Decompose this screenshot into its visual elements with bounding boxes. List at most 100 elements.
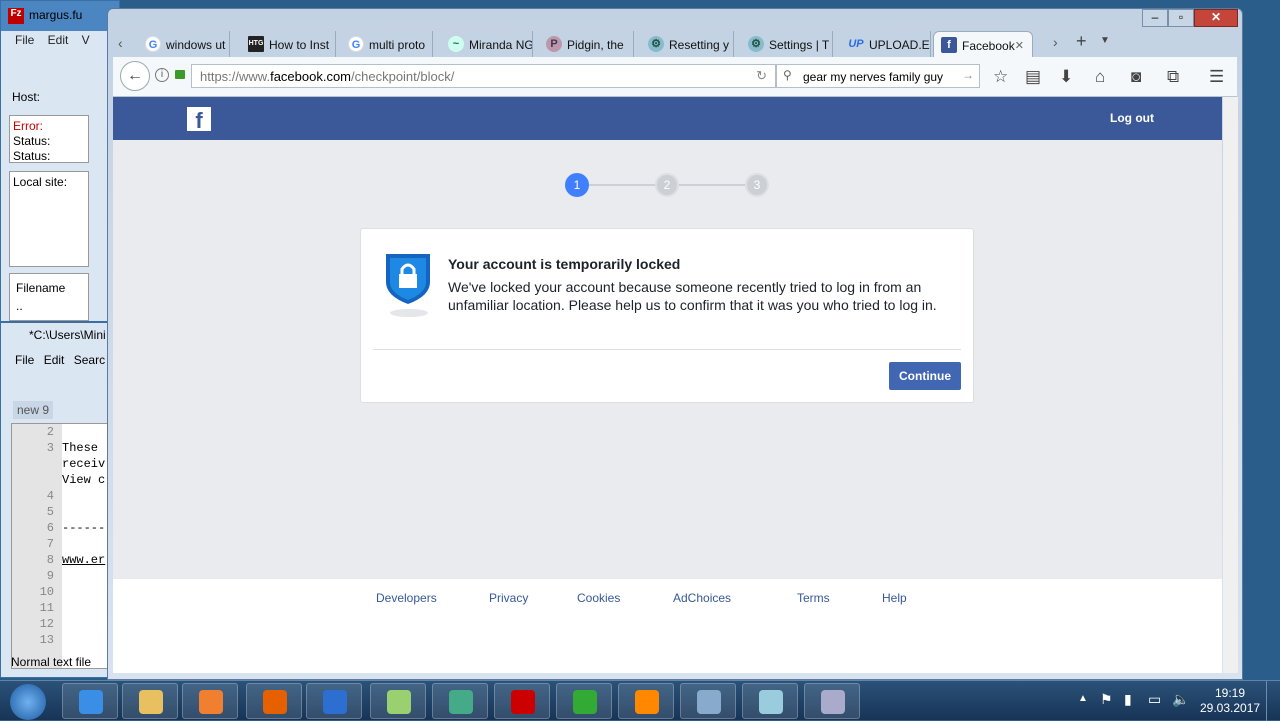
tab-8[interactable]: UP UPLOAD.EE (841, 31, 931, 57)
filename-header[interactable]: Filename (16, 279, 82, 297)
taskbar-app[interactable] (494, 683, 550, 719)
taskbar-app[interactable] (62, 683, 118, 719)
parent-dir[interactable]: .. (16, 297, 82, 315)
taskbar-app[interactable] (804, 683, 860, 719)
menu-icon[interactable]: ☰ (1209, 67, 1224, 87)
footer-link-privacy[interactable]: Privacy (489, 591, 528, 605)
footer-link-terms[interactable]: Terms (797, 591, 830, 605)
miranda-icon: ~ (448, 36, 464, 52)
menu-search[interactable]: Searc (74, 353, 105, 367)
divider (373, 349, 961, 350)
minimize-button[interactable]: – (1142, 9, 1168, 27)
scrollbar[interactable] (1223, 97, 1238, 673)
tab-label: Pidgin, the (567, 38, 624, 52)
start-button[interactable] (10, 684, 46, 720)
local-site-label: Local site: (13, 175, 68, 189)
taskbar-app[interactable] (370, 683, 426, 719)
taskbar-app[interactable] (618, 683, 674, 719)
tab-list-icon[interactable]: ▼ (1100, 35, 1110, 46)
filezilla-icon: Fz (8, 8, 24, 24)
tab-2[interactable]: HTG How to Inst (241, 31, 336, 57)
search-icon: ⚲ (783, 68, 792, 82)
tab-7[interactable]: ⚙ Settings | T (741, 31, 833, 57)
taskbar-app[interactable] (432, 683, 488, 719)
window-title: *C:\Users\Mini (29, 328, 106, 342)
close-button[interactable]: ✕ (1194, 9, 1238, 27)
menu-edit[interactable]: Edit (44, 353, 65, 367)
footer-link-adchoices[interactable]: AdChoices (673, 591, 731, 605)
host-label: Host: (12, 90, 41, 104)
nav-bar: ← i https://www.facebook.com/checkpoint/… (113, 57, 1237, 97)
tab-3[interactable]: Gmulti proto (341, 31, 433, 57)
menu-bar[interactable]: File Edit V (15, 33, 90, 47)
facebook-icon: f (941, 37, 957, 53)
line-number: 11 (39, 601, 54, 615)
download-icon[interactable]: ⬇ (1059, 67, 1073, 87)
footer-link-developers[interactable]: Developers (376, 591, 437, 605)
network-tool-icon (821, 690, 845, 714)
clock[interactable]: 19:19 29.03.2017 (1200, 686, 1260, 716)
facebook-logo-icon[interactable]: f (187, 107, 211, 133)
search-input[interactable]: ⚲ gear my nerves family guy → (776, 64, 980, 88)
taskbar-app[interactable] (680, 683, 736, 719)
tab-label: Settings | T (769, 38, 830, 52)
show-desktop-button[interactable] (1266, 681, 1280, 721)
search-go-icon[interactable]: → (962, 68, 974, 82)
line-number: 12 (39, 617, 54, 631)
pocket-icon[interactable]: ◙ (1131, 67, 1141, 87)
firefox-icon (263, 690, 287, 714)
line-number: 4 (46, 489, 54, 503)
ie-icon (79, 690, 103, 714)
fb-header: f Log out (113, 97, 1222, 140)
shield-lock-icon (386, 254, 430, 317)
reload-icon[interactable]: ↻ (756, 68, 767, 84)
taskbar-app[interactable] (742, 683, 798, 719)
new-tab-icon[interactable]: + (1076, 31, 1087, 52)
tab-scroll-right-icon[interactable]: › (1053, 34, 1058, 50)
google-icon: G (348, 36, 364, 52)
htg-icon: HTG (248, 36, 264, 52)
line-number: 7 (46, 537, 54, 551)
tab-4[interactable]: ~ Miranda NG (441, 31, 533, 57)
taskbar-app[interactable] (182, 683, 238, 719)
back-button[interactable]: ← (120, 61, 150, 91)
editor[interactable]: 2 3 4 5 6 7 8 9 10 11 12 13 These receiv View c ------ w… (11, 423, 111, 669)
network-icon[interactable]: ▭ (1148, 691, 1161, 708)
power-icon[interactable]: ▮ (1124, 691, 1132, 708)
volume-icon[interactable]: 🔈 (1172, 691, 1189, 708)
tab-6[interactable]: ⚙ Resetting y (641, 31, 734, 57)
tab-5[interactable]: P Pidgin, the (539, 31, 634, 57)
lock-icon (175, 70, 185, 79)
sync-icon[interactable]: ⧉ (1167, 67, 1179, 87)
tray-expand-icon[interactable]: ▲ (1078, 693, 1088, 704)
menu-file[interactable]: File (15, 353, 34, 367)
taskbar-app[interactable] (306, 683, 362, 719)
tab-scroll-left-icon[interactable]: ‹ (118, 35, 123, 51)
reading-list-icon[interactable]: ▤ (1025, 67, 1041, 87)
upload-icon: UP (848, 38, 864, 50)
notepadpp-icon (387, 690, 411, 714)
maximize-button[interactable]: ▫ (1168, 9, 1194, 27)
url-bar[interactable]: https://www.facebook.com/checkpoint/bloc… (191, 64, 776, 88)
continue-button[interactable]: Continue (889, 362, 961, 390)
avast-icon (635, 690, 659, 714)
tab-label: Miranda NG (469, 38, 533, 52)
info-icon[interactable]: i (155, 68, 169, 82)
tab-1[interactable]: Gwindows ut (138, 31, 230, 57)
footer-link-cookies[interactable]: Cookies (577, 591, 620, 605)
taskbar-app[interactable] (246, 683, 302, 719)
tab-9[interactable]: f Facebook ✕ (933, 31, 1033, 57)
home-icon[interactable]: ⌂ (1095, 67, 1105, 87)
tab-label: UPLOAD.EE (869, 38, 931, 52)
close-tab-icon[interactable]: ✕ (1015, 39, 1024, 52)
action-center-icon[interactable]: ⚑ (1100, 691, 1113, 708)
doc-tab[interactable]: new 9 (13, 401, 54, 419)
footer-link-help[interactable]: Help (882, 591, 907, 605)
bookmark-star-icon[interactable]: ☆ (993, 67, 1008, 87)
taskbar-app[interactable] (122, 683, 178, 719)
taskbar: ▲ ⚑ ▮ ▭ 🔈 19:19 29.03.2017 (0, 680, 1280, 721)
fb-footer: Developers Privacy Cookies AdChoices Terms He… (113, 579, 1222, 673)
taskbar-app[interactable] (556, 683, 612, 719)
logout-link[interactable]: Log out (1110, 111, 1154, 125)
time: 19:19 (1214, 686, 1246, 700)
